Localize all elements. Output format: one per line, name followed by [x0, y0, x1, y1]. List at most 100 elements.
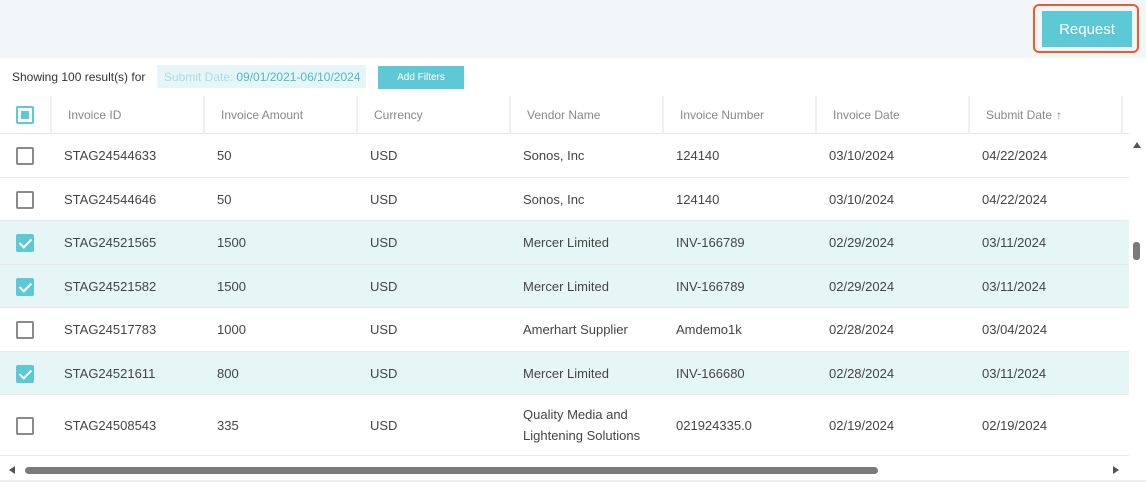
vendor-name-cell: Amerhart Supplier	[523, 322, 628, 337]
arrow-up-icon: ↑	[1056, 108, 1063, 122]
submit-date-cell: 03/11/2024	[982, 235, 1047, 250]
vendor-name-line: Quality Media and	[523, 407, 628, 422]
add-filters-button[interactable]: Add Filters	[378, 66, 464, 89]
submit-date-cell: 04/22/2024	[982, 148, 1048, 163]
submit-date-cell: 04/22/2024	[982, 191, 1048, 207]
scroll-right-arrow-icon[interactable]	[1113, 466, 1119, 474]
column-header-vendor-name[interactable]: Vendor Name	[510, 96, 662, 134]
table-row[interactable]: STAG24544646 50 USD Sonos, Inc 124140 03/10/2…	[0, 178, 1129, 221]
currency-cell: USD	[370, 322, 398, 337]
submit-date-cell: 03/11/2024	[982, 278, 1047, 294]
invoice-date-cell: 02/29/2024	[829, 235, 895, 250]
invoice-id-cell: STAG24517783	[64, 322, 157, 337]
row-checkbox[interactable]	[16, 147, 34, 165]
table-row[interactable]: STAG24517783 1000 USD Amerhart Supplier Amde…	[0, 308, 1129, 352]
vendor-name-cell: Sonos, Inc	[523, 191, 585, 207]
invoice-id-cell: STAG24508543	[64, 417, 157, 433]
invoice-number-cell: INV-166789	[676, 278, 745, 294]
invoice-id-cell: STAG24521611	[64, 365, 156, 381]
table-row[interactable]: STAG24521611 800 USD Mercer Limited INV-1666…	[0, 352, 1129, 395]
invoice-amount-cell: 335	[217, 417, 239, 433]
invoice-number-cell: Amdemo1k	[676, 322, 742, 337]
invoice-table: Invoice ID Invoice Amount Currency Vendo…	[0, 96, 1129, 458]
row-checkbox[interactable]	[16, 190, 34, 209]
currency-cell: USD	[370, 235, 398, 250]
filter-chip-label: Submit Date:	[164, 69, 234, 84]
column-header-submit-date[interactable]: Submit Date ↑	[969, 96, 1121, 134]
column-header-label: Currency	[374, 108, 423, 122]
row-checkbox[interactable]	[16, 234, 34, 252]
vendor-name-cell: Quality Media and Lightening Solutions	[523, 395, 640, 455]
table-row[interactable]: STAG24521582 1500 USD Mercer Limited INV-166…	[0, 265, 1129, 308]
column-header-invoice-id[interactable]: Invoice ID	[51, 96, 203, 134]
column-header-invoice-number[interactable]: Invoice Number	[663, 96, 815, 134]
table-row[interactable]: STAG24521565 1500 USD Mercer Limited INV-166…	[0, 221, 1129, 265]
currency-cell: USD	[370, 191, 398, 207]
currency-cell: USD	[370, 278, 398, 294]
horizontal-scroll-thumb[interactable]	[25, 467, 878, 474]
request-button[interactable]: Request	[1042, 11, 1132, 47]
table-row[interactable]: STAG24544633 50 USD Sonos, Inc 124140 03/10/2…	[0, 134, 1129, 178]
column-header-label: Invoice Amount	[221, 108, 304, 122]
invoice-date-cell: 02/28/2024	[829, 322, 895, 337]
column-header-label: Invoice Number	[680, 108, 765, 122]
filter-chip-value: 09/01/2021-06/10/2024	[236, 69, 361, 84]
vendor-name-cell: Mercer Limited	[523, 278, 609, 294]
currency-cell: USD	[370, 417, 398, 433]
invoice-date-cell: 02/19/2024	[829, 417, 895, 433]
invoice-amount-cell: 50	[217, 148, 232, 163]
table-header: Invoice ID Invoice Amount Currency Vendo…	[0, 96, 1129, 134]
vendor-name-cell: Mercer Limited	[523, 235, 609, 250]
column-divider	[1121, 96, 1123, 134]
vendor-name-line: Lightening Solutions	[523, 428, 641, 443]
filter-bar: Showing 100 result(s) for Submit Date: 0…	[0, 58, 1146, 96]
invoice-id-cell: STAG24544633	[64, 148, 157, 163]
table-row[interactable]: STAG24508543 335 USD Quality Media and Light…	[0, 395, 1129, 456]
submit-date-cell: 03/04/2024	[982, 322, 1048, 337]
invoice-date-cell: 03/10/2024	[829, 191, 895, 207]
vendor-name-cell: Sonos, Inc	[523, 148, 585, 163]
results-count-text: Showing 100 result(s) for	[12, 70, 146, 84]
row-checkbox[interactable]	[16, 321, 34, 339]
scroll-up-arrow-icon[interactable]	[1133, 142, 1141, 148]
submit-date-filter-chip[interactable]: Submit Date: 09/01/2021-06/10/2024	[157, 65, 366, 88]
column-header-label: Submit Date	[986, 108, 1053, 122]
request-button-highlight: Request	[1033, 4, 1139, 53]
column-header-label: Invoice Date	[833, 108, 900, 122]
column-header-label: Vendor Name	[527, 108, 601, 122]
submit-date-cell: 02/19/2024	[982, 417, 1048, 433]
horizontal-scrollbar[interactable]	[0, 461, 1146, 478]
currency-cell: USD	[370, 148, 398, 163]
vertical-scroll-thumb[interactable]	[1133, 242, 1140, 260]
invoice-amount-cell: 1000	[217, 322, 246, 337]
invoice-date-cell: 02/29/2024	[829, 278, 895, 294]
currency-cell: USD	[370, 365, 398, 381]
invoice-amount-cell: 1500	[217, 278, 246, 294]
top-toolbar: Request	[0, 0, 1146, 58]
column-header-invoice-date[interactable]: Invoice Date	[816, 96, 968, 134]
invoice-date-cell: 02/28/2024	[829, 365, 895, 381]
invoice-number-cell: INV-166789	[676, 235, 745, 250]
submit-date-cell: 03/11/2024	[982, 365, 1047, 381]
column-header-invoice-amount[interactable]: Invoice Amount	[204, 96, 356, 134]
invoice-date-cell: 03/10/2024	[829, 148, 895, 163]
invoice-amount-cell: 1500	[217, 235, 246, 250]
row-checkbox[interactable]	[16, 364, 34, 383]
invoice-amount-cell: 50	[217, 191, 232, 207]
select-all-checkbox[interactable]	[16, 106, 34, 124]
row-checkbox[interactable]	[16, 416, 34, 435]
invoice-amount-cell: 800	[217, 365, 239, 381]
column-header-label: Invoice ID	[68, 108, 122, 122]
column-header-currency[interactable]: Currency	[357, 96, 509, 134]
invoice-id-cell: STAG24544646	[64, 191, 157, 207]
invoice-id-cell: STAG24521565	[64, 235, 157, 250]
row-checkbox[interactable]	[16, 277, 34, 296]
scroll-left-arrow-icon[interactable]	[9, 466, 15, 474]
vertical-scrollbar[interactable]	[1129, 134, 1146, 458]
vendor-name-cell: Mercer Limited	[523, 365, 609, 381]
invoice-id-cell: STAG24521582	[64, 278, 157, 294]
invoice-number-cell: 124140	[676, 148, 720, 163]
invoice-number-cell: 021924335.0	[676, 417, 752, 433]
invoice-number-cell: INV-166680	[676, 365, 745, 381]
invoice-number-cell: 124140	[676, 191, 720, 207]
